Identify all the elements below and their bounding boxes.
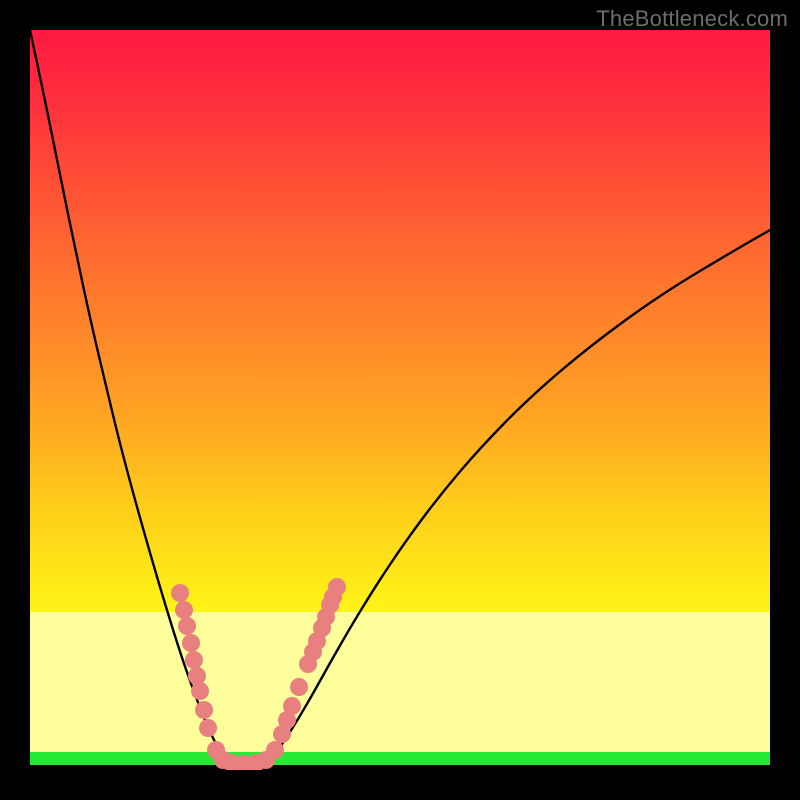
v-curve-path: [30, 30, 770, 765]
marker-dot: [195, 701, 213, 719]
marker-dot: [191, 682, 209, 700]
curve-group: [30, 30, 770, 765]
marker-dot: [283, 697, 301, 715]
plot-area: [30, 30, 770, 770]
marker-dot: [178, 617, 196, 635]
marker-dot: [199, 719, 217, 737]
watermark-text: TheBottleneck.com: [596, 6, 788, 32]
marker-dot: [175, 601, 193, 619]
outer-black-frame: TheBottleneck.com: [0, 0, 800, 800]
marker-dot: [185, 651, 203, 669]
marker-dot: [290, 678, 308, 696]
marker-dot: [188, 667, 206, 685]
marker-group: [171, 578, 346, 770]
chart-svg: [30, 30, 770, 770]
marker-dot: [182, 634, 200, 652]
marker-dot: [266, 741, 284, 759]
marker-dot: [328, 578, 346, 596]
marker-dot: [171, 584, 189, 602]
